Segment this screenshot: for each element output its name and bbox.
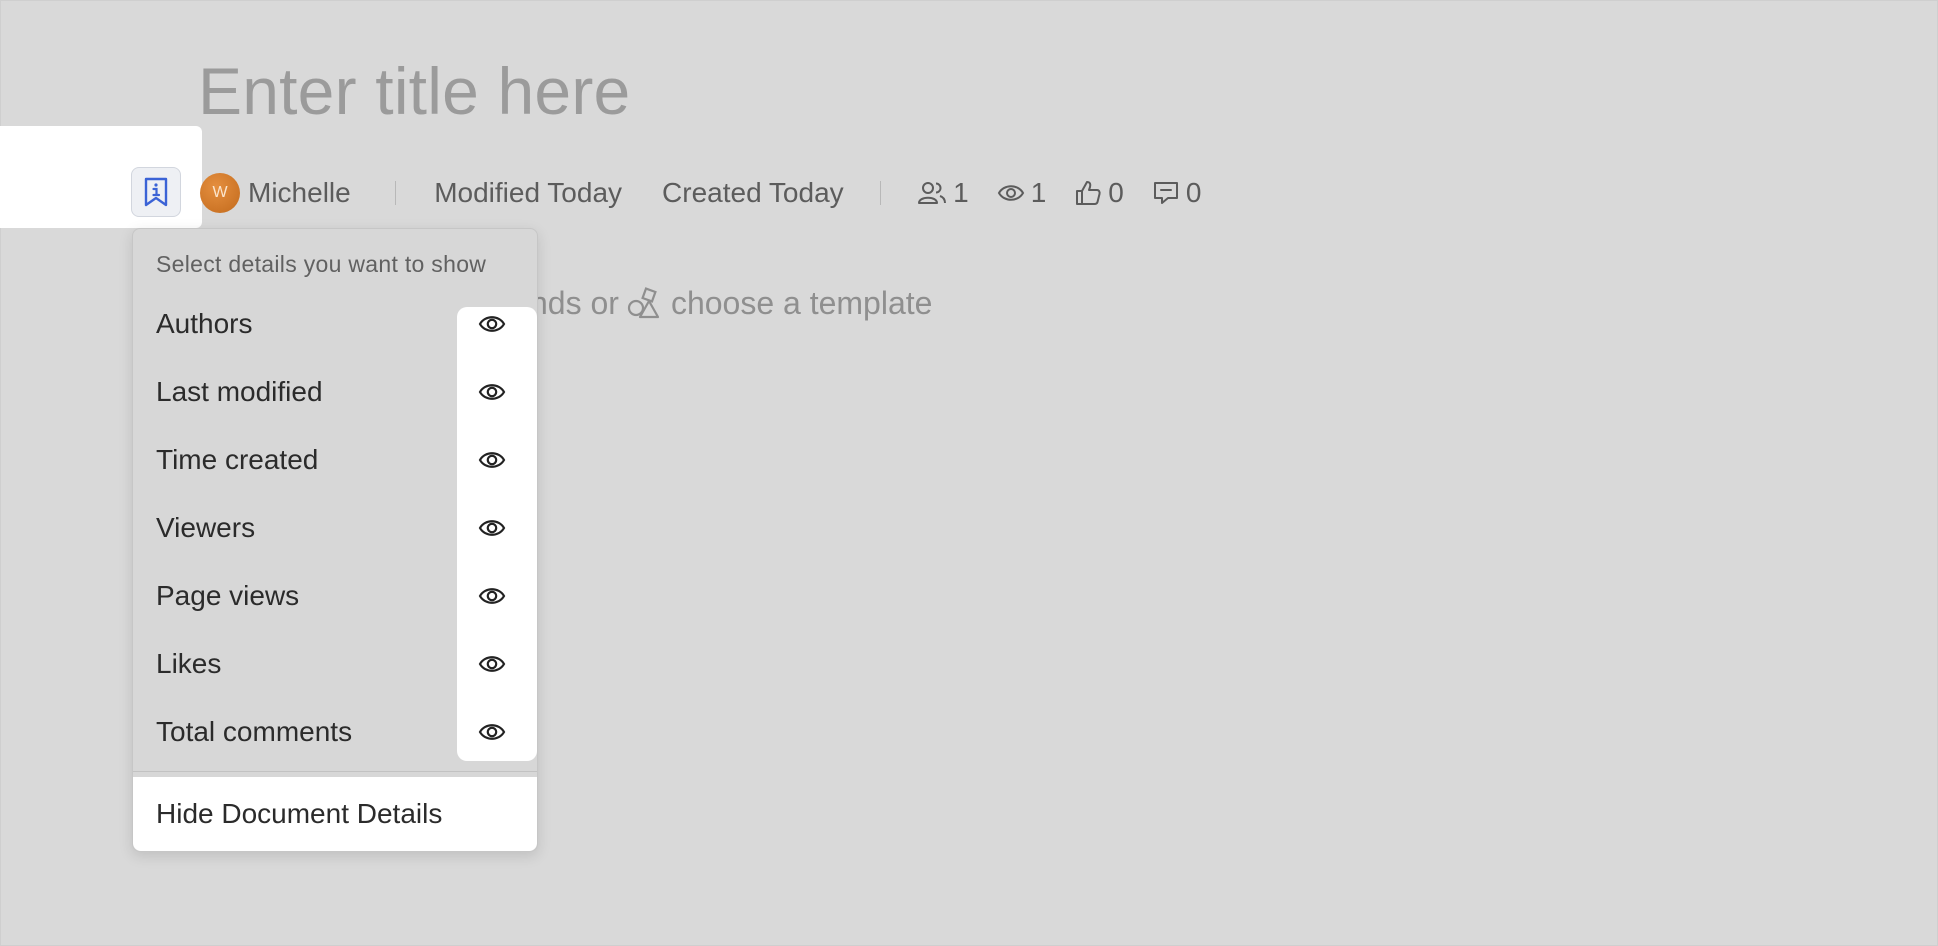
menu-item-label: Total comments [156, 716, 353, 747]
eye-icon[interactable] [477, 581, 507, 611]
menu-divider [133, 771, 537, 772]
template-icon [627, 286, 660, 318]
editor-placeholder[interactable]: nds or choose a template [530, 285, 932, 322]
page-views-stat[interactable]: 1 [997, 177, 1047, 209]
page-views-count: 1 [1030, 177, 1047, 208]
document-info-icon [144, 177, 168, 207]
created-text: Created Today [662, 177, 844, 208]
eye-icon[interactable] [477, 717, 507, 747]
avatar[interactable]: W [200, 173, 240, 213]
hide-document-details-label: Hide Document Details [156, 798, 443, 829]
document-meta-row: W Michelle Modified Today Created Today … [200, 172, 1201, 214]
eye-icon[interactable] [477, 649, 507, 679]
likes-count: 0 [1108, 177, 1124, 208]
viewers-stat[interactable]: 1 [917, 177, 969, 209]
menu-item-likes[interactable]: Likes [133, 630, 537, 698]
menu-item-viewers[interactable]: Viewers [133, 494, 537, 562]
viewers-count: 1 [953, 177, 969, 208]
menu-item-total-comments[interactable]: Total comments [133, 698, 537, 766]
author-name[interactable]: Michelle [248, 177, 351, 209]
meta-separator [879, 181, 882, 205]
choose-template-link[interactable]: choose a template [671, 285, 933, 322]
menu-item-time-created[interactable]: Time created [133, 426, 537, 494]
menu-item-page-views[interactable]: Page views [133, 562, 537, 630]
hide-document-details-button[interactable]: Hide Document Details [133, 777, 537, 851]
eye-icon[interactable] [477, 309, 507, 339]
modified-text: Modified Today [434, 177, 623, 208]
comments-count: 0 [1185, 177, 1202, 208]
likes-stat[interactable]: 0 [1074, 177, 1124, 209]
menu-header: Select details you want to show [156, 251, 487, 277]
menu-item-last-modified[interactable]: Last modified [133, 358, 537, 426]
comments-stat[interactable]: 0 [1152, 177, 1202, 209]
eye-icon [997, 185, 1024, 201]
document-details-menu: Select details you want to show Authors … [132, 228, 538, 852]
menu-item-label: Time created [156, 444, 319, 475]
placeholder-text: nds or [530, 285, 619, 321]
menu-item-label: Last modified [156, 376, 323, 407]
thumbs-up-icon [1076, 181, 1101, 205]
menu-item-label: Likes [156, 648, 222, 679]
meta-separator [394, 181, 397, 205]
eye-icon[interactable] [477, 445, 507, 475]
eye-icon[interactable] [477, 377, 507, 407]
menu-item-label: Viewers [156, 512, 256, 543]
comment-icon [1153, 182, 1178, 204]
menu-item-label: Authors [156, 308, 253, 339]
users-icon [918, 182, 947, 204]
document-details-button[interactable] [131, 167, 181, 217]
menu-item-authors[interactable]: Authors [133, 290, 537, 358]
menu-item-label: Page views [156, 580, 300, 611]
document-title-input[interactable]: Enter title here [198, 48, 630, 134]
eye-icon[interactable] [477, 513, 507, 543]
